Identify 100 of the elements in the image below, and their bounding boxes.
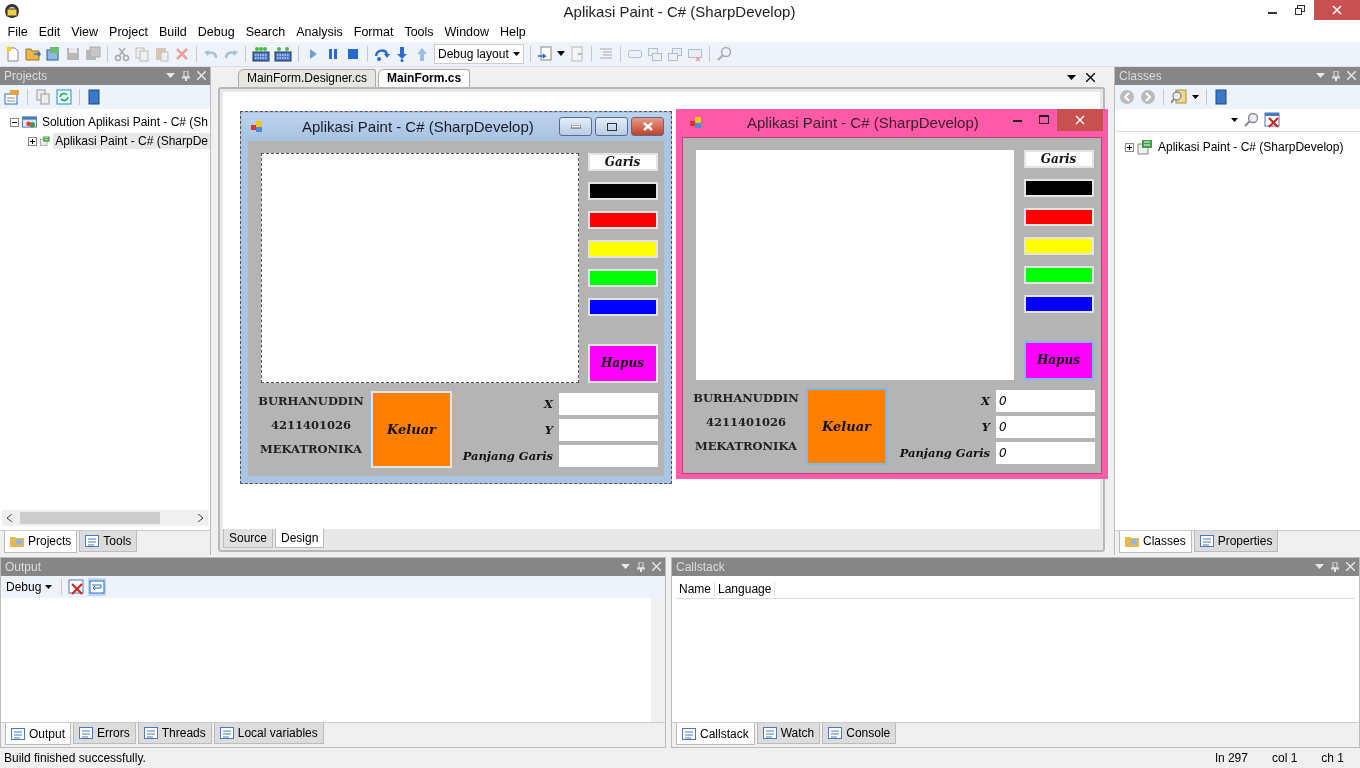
open-project-icon[interactable] [45, 45, 61, 62]
maximize-button[interactable] [595, 117, 628, 137]
input-field[interactable] [559, 418, 658, 441]
cut-icon[interactable] [114, 45, 130, 62]
book-icon[interactable] [87, 88, 101, 105]
category-dropdown[interactable]: Debug [3, 579, 56, 594]
caret-icon[interactable] [1231, 117, 1238, 122]
panel-tab[interactable]: Threads [137, 723, 212, 745]
input-field[interactable]: 0 [996, 415, 1095, 438]
panel-tab[interactable]: Tools [79, 530, 138, 552]
caret-icon[interactable] [556, 51, 565, 57]
scroll-right-icon[interactable] [198, 513, 203, 522]
menu-item[interactable]: Help [494, 24, 532, 39]
panel-tab[interactable]: Console [822, 723, 897, 745]
column-header[interactable]: Language [715, 581, 776, 596]
pin-icon[interactable] [182, 70, 190, 81]
panel-tab[interactable]: Output [5, 723, 72, 746]
pin-icon[interactable] [1331, 561, 1339, 572]
panel-tab[interactable]: Errors [73, 723, 136, 745]
search-icon[interactable] [1243, 111, 1259, 128]
color-button[interactable] [1023, 236, 1094, 255]
color-button[interactable] [1023, 207, 1094, 226]
tree-item[interactable]: Aplikasi Paint - C# (SharpDe [53, 133, 210, 150]
input-field[interactable] [559, 444, 658, 467]
line-button[interactable]: Garis [587, 152, 658, 171]
properties-icon[interactable] [4, 88, 20, 105]
panel-tab[interactable]: Callstack [676, 723, 755, 746]
build-icon[interactable] [252, 45, 270, 62]
editor-tab[interactable]: MainForm.cs [378, 68, 471, 87]
color-button[interactable] [587, 268, 658, 287]
rebuild-icon[interactable] [274, 45, 292, 62]
editor-tab[interactable]: MainForm.Designer.cs [238, 68, 377, 87]
windows-icon[interactable] [646, 45, 663, 62]
menu-item[interactable]: Debug [192, 24, 241, 39]
panel-tab[interactable]: Classes [1119, 530, 1192, 553]
panel-tab[interactable]: Watch [756, 723, 821, 745]
menu-item[interactable]: Search [240, 24, 291, 39]
menu-item[interactable]: Window [439, 24, 495, 39]
collapse-icon[interactable] [10, 117, 19, 127]
book-icon[interactable] [1214, 88, 1228, 105]
menu-item[interactable]: View [65, 24, 104, 39]
windows-icon[interactable] [666, 45, 683, 62]
delete-icon[interactable] [174, 45, 190, 62]
back-icon[interactable] [1119, 88, 1135, 105]
save-icon[interactable] [65, 45, 81, 62]
menu-item[interactable]: Format [348, 24, 399, 39]
save-all-icon[interactable] [85, 45, 101, 62]
color-button[interactable] [587, 297, 658, 316]
tree-item[interactable]: Aplikasi Paint - C# (SharpDevelop) [1156, 139, 1346, 156]
panel-tab[interactable]: Projects [4, 530, 78, 553]
search-icon[interactable] [715, 45, 732, 62]
column-header[interactable]: Name [676, 581, 715, 596]
document-arrow-icon[interactable] [536, 45, 553, 62]
scroll-left-icon[interactable] [7, 513, 12, 522]
color-button[interactable] [1023, 178, 1094, 197]
refresh-icon[interactable] [56, 88, 72, 105]
search-icon[interactable] [1171, 88, 1187, 105]
forward-icon[interactable] [1140, 88, 1156, 105]
copy-icon[interactable] [134, 45, 150, 62]
paste-icon[interactable] [154, 45, 170, 62]
color-button[interactable] [1023, 265, 1094, 284]
pin-icon[interactable] [637, 561, 645, 572]
close-button[interactable] [631, 117, 664, 137]
color-button[interactable] [1023, 294, 1094, 313]
menu-item[interactable]: File [2, 24, 34, 39]
tree-item[interactable]: Solution Aplikasi Paint - C# (Sh [39, 114, 210, 131]
layout-dropdown[interactable]: Debug layout [434, 43, 524, 64]
clear-icon[interactable] [68, 578, 85, 595]
panel-tab[interactable]: Local variables [213, 723, 324, 745]
color-button[interactable] [587, 239, 658, 258]
line-button[interactable]: Garis [1023, 149, 1094, 168]
input-field[interactable]: 0 [996, 441, 1095, 464]
dropdown-icon[interactable] [1067, 74, 1076, 81]
menu-item[interactable]: Build [153, 24, 193, 39]
pin-icon[interactable] [1332, 70, 1340, 81]
menu-item[interactable]: Edit [33, 24, 66, 39]
clear-button[interactable]: Hapus [587, 343, 658, 383]
close-icon[interactable] [1086, 73, 1095, 83]
exit-button[interactable]: Keluar [371, 390, 452, 468]
expand-icon[interactable] [1125, 142, 1134, 152]
menu-item[interactable]: Tools [398, 24, 440, 39]
caret-icon[interactable] [1192, 94, 1199, 99]
word-wrap-icon[interactable] [88, 577, 107, 596]
exit-button[interactable]: Keluar [806, 387, 887, 465]
new-file-icon[interactable] [5, 45, 21, 62]
panel-tab[interactable]: Properties [1193, 530, 1279, 552]
close-button[interactable] [1057, 108, 1103, 131]
color-button[interactable] [587, 181, 658, 200]
horizontal-scrollbar[interactable] [2, 509, 208, 526]
expand-icon[interactable] [28, 136, 37, 146]
menu-item[interactable]: Project [103, 24, 154, 39]
menu-item[interactable]: Analysis [290, 24, 349, 39]
open-folder-icon[interactable] [25, 45, 41, 62]
clear-filter-icon[interactable] [1264, 111, 1280, 128]
vertical-scrollbar[interactable] [651, 597, 665, 723]
input-field[interactable]: 0 [996, 389, 1095, 412]
clear-button[interactable]: Hapus [1023, 340, 1094, 380]
copy-icon[interactable] [35, 88, 51, 105]
color-button[interactable] [587, 210, 658, 229]
input-field[interactable] [559, 392, 658, 415]
